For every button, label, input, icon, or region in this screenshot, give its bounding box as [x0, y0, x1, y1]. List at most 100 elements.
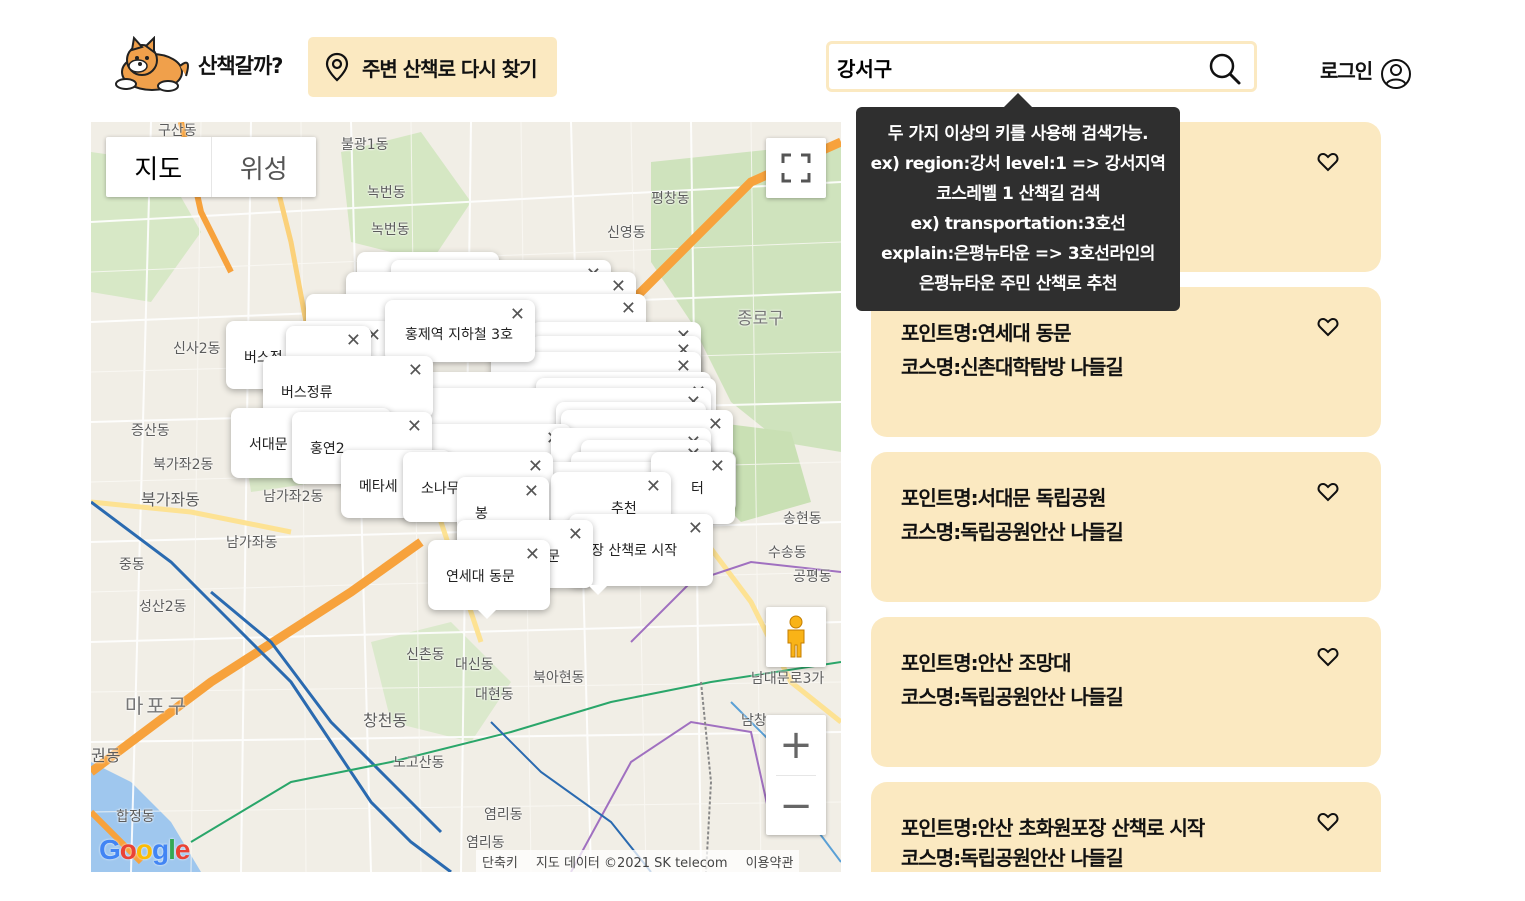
brand-title[interactable]: 산책갈까? — [198, 50, 283, 80]
find-nearby-trails-button[interactable]: 주변 산책로 다시 찾기 — [308, 37, 557, 97]
login-button[interactable]: 로그인 — [1320, 48, 1412, 90]
trail-card[interactable]: 포인트명:안산 초화원포장 산책로 시작 코스명:독립공원안산 나들길 — [871, 782, 1381, 872]
tooltip-line: 두 가지 이상의 키를 사용해 검색가능. — [887, 124, 1149, 144]
search-icon[interactable] — [1208, 52, 1242, 86]
close-icon[interactable]: ✕ — [525, 544, 540, 565]
close-icon[interactable]: ✕ — [710, 456, 725, 477]
close-icon[interactable]: ✕ — [408, 360, 423, 381]
close-icon[interactable]: ✕ — [346, 330, 361, 351]
info-window-title: 버스정류 — [281, 385, 333, 401]
close-icon[interactable]: ✕ — [407, 416, 422, 437]
info-window-title: 홍제역 지하철 3호 — [405, 327, 513, 343]
tooltip-line: ex) region:강서 level:1 => 강서지역 — [870, 154, 1166, 174]
map-label: 남가좌동 — [226, 535, 278, 551]
info-window-title: 터 — [691, 481, 704, 497]
fullscreen-icon — [781, 153, 811, 183]
keyboard-shortcuts-link[interactable]: 단축키 — [482, 852, 518, 871]
map-label: 종로구 — [737, 309, 784, 329]
close-icon[interactable]: ✕ — [528, 456, 543, 477]
map-label: 증산동 — [131, 423, 170, 439]
login-label: 로그인 — [1320, 58, 1373, 83]
map-type-satellite-button[interactable]: 위성 — [212, 137, 317, 197]
map-label: 불광1동 — [341, 137, 389, 153]
map-label: 녹번동 — [367, 185, 406, 201]
course-name: 코스명:독립공원안산 나들길 — [901, 685, 1124, 709]
map-label: 권동 — [91, 746, 121, 765]
map-label: 노고산동 — [393, 755, 445, 771]
search-box — [826, 41, 1257, 92]
tooltip-line: 은평뉴타운 주민 산책로 추천 — [919, 274, 1117, 294]
close-icon[interactable]: ✕ — [510, 304, 525, 325]
trail-card[interactable]: 포인트명:안산 조망대 코스명:독립공원안산 나들길 — [871, 617, 1381, 767]
heart-icon[interactable] — [1317, 812, 1339, 832]
map-type-toggle: 지도 위성 — [106, 137, 316, 197]
tooltip-line: 코스레벨 1 산책길 검색 — [936, 184, 1100, 204]
map-label: 마포구 — [125, 694, 190, 718]
info-window-title: 연세대 동문 — [446, 569, 515, 585]
heart-icon[interactable] — [1317, 317, 1339, 337]
map-label: 공평동 — [793, 569, 832, 585]
map-label: 평창동 — [651, 191, 690, 207]
zoom-in-button[interactable]: + — [766, 715, 826, 775]
info-window-title: 홍연2 — [310, 441, 345, 457]
location-pin-icon — [325, 52, 349, 82]
search-input[interactable] — [837, 52, 1197, 82]
map-label: 녹번동 — [371, 222, 410, 238]
google-logo[interactable]: Google — [99, 834, 190, 866]
point-name: 포인트명:안산 조망대 — [901, 651, 1072, 675]
map-info-window[interactable]: ✕ 연세대 동문 — [428, 540, 550, 610]
trail-card[interactable]: 포인트명:서대문 독립공원 코스명:독립공원안산 나들길 — [871, 452, 1381, 602]
close-icon[interactable]: ✕ — [524, 481, 539, 502]
map-label: 남대문로3가 — [751, 671, 825, 687]
point-name: 포인트명:연세대 동문 — [901, 321, 1072, 345]
map-label: 성산2동 — [139, 599, 187, 615]
map-label: 창천동 — [363, 711, 408, 730]
map-label: 북가좌동 — [141, 490, 200, 509]
street-view-pegman-button[interactable] — [766, 607, 826, 667]
map-label: 중동 — [119, 557, 145, 573]
map-info-window[interactable]: ✕ 홍제역 지하철 3호 — [385, 300, 535, 362]
map-label: 남가좌2동 — [263, 489, 324, 505]
course-name: 코스명:독립공원안산 나들길 — [901, 846, 1124, 870]
heart-icon[interactable] — [1317, 482, 1339, 502]
map-label: 신사2동 — [173, 341, 221, 357]
close-icon[interactable]: ✕ — [646, 476, 661, 497]
heart-icon[interactable] — [1317, 647, 1339, 667]
tooltip-line: ex) transportation:3호선 — [910, 214, 1126, 234]
search-help-tooltip: 두 가지 이상의 키를 사용해 검색가능. ex) region:강서 leve… — [856, 93, 1180, 311]
heart-icon[interactable] — [1317, 152, 1339, 172]
zoom-controls: + − — [766, 715, 826, 835]
info-window-tail — [477, 609, 497, 619]
info-window-tail — [588, 585, 608, 595]
pegman-icon — [787, 615, 805, 658]
find-nearby-trails-label: 주변 산책로 다시 찾기 — [362, 56, 537, 81]
map-label: 북아현동 — [533, 670, 585, 686]
info-window-title: 서대문 — [249, 437, 288, 453]
close-icon[interactable]: ✕ — [568, 524, 583, 545]
info-window-title: 장 산책로 시작 — [591, 543, 678, 559]
info-window-title: 메타세 — [359, 479, 398, 495]
map-label: 송현동 — [783, 511, 822, 527]
terms-link[interactable]: 이용약관 — [746, 852, 794, 871]
course-name: 코스명:독립공원안산 나들길 — [901, 520, 1124, 544]
map-label: 합정동 — [116, 809, 155, 825]
tooltip-line: explain:은평뉴타운 => 3호선라인의 — [881, 244, 1155, 264]
google-map[interactable]: 구산동 불광1동 녹번동 녹번동 평창동 신영동 종로구 신사2동 증산동 북가… — [91, 122, 841, 872]
close-icon[interactable]: ✕ — [621, 298, 636, 319]
map-label: 염리동 — [466, 835, 505, 851]
map-label: 신영동 — [607, 225, 646, 241]
map-label: 신촌동 — [406, 647, 445, 663]
fullscreen-button[interactable] — [766, 138, 826, 198]
map-label: 염리동 — [484, 807, 523, 823]
zoom-out-button[interactable]: − — [766, 776, 826, 836]
map-attribution: 단축키 지도 데이터 ©2021 SK telecom 이용약관 — [476, 850, 800, 872]
map-label: 수송동 — [768, 545, 807, 561]
close-icon[interactable]: ✕ — [688, 518, 703, 539]
map-type-map-button[interactable]: 지도 — [106, 137, 212, 197]
shiba-dog-logo[interactable] — [112, 36, 194, 96]
point-name: 포인트명:서대문 독립공원 — [901, 486, 1106, 510]
page: 산책갈까? 주변 산책로 다시 찾기 로그인 두 가지 이상의 키를 사용해 검… — [0, 0, 1525, 901]
user-account-icon — [1381, 59, 1412, 89]
course-name: 코스명:신촌대학탐방 나들길 — [901, 355, 1124, 379]
info-window-title: 소나무 — [421, 481, 460, 497]
